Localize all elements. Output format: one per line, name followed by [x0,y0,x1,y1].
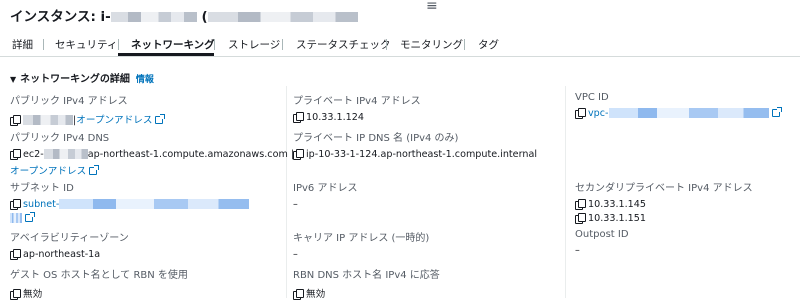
field-label: サブネット ID [10,183,74,194]
field-subnet-id: サブネット ID subnet- [10,179,250,224]
field-value: |オープンアドレス [10,112,166,126]
field-label: ゲスト OS ホスト名として RBN を使用 [10,270,188,281]
field-label: キャリア IP アドレス (一時的) [293,233,430,244]
instance-header: インスタンス: i- ( ≡ [0,0,800,30]
open-address-link[interactable]: オープンアドレス [10,166,86,177]
field-availability-zone: アベイラビリティーゾーン ap-northeast-1a [10,229,129,260]
field-value: 10.33.1.151 [575,213,753,224]
secondary-ip-value: 10.33.1.145 [588,199,646,210]
tab-divider [118,39,119,50]
private-ipv4-value: 10.33.1.124 [306,112,364,123]
vpc-id-link[interactable]: vpc- [588,108,609,119]
field-label: RBN DNS ホスト名 IPv4 に応答 [293,270,440,281]
rbn-dns-value: 無効 [306,289,326,300]
external-link-icon[interactable] [89,165,100,175]
secondary-ip-value: 10.33.1.151 [588,213,646,224]
menu-icon[interactable]: ≡ [426,0,438,14]
tab-details[interactable]: 詳細 [12,37,33,52]
carrier-ip-value: – [293,249,298,260]
field-value: 10.33.1.124 [293,112,421,123]
subnet-id-link[interactable]: subnet- [23,199,59,210]
field-carrier-ip: キャリア IP アドレス (一時的) – [293,229,429,260]
tab-monitoring[interactable]: モニタリング [400,37,463,52]
tab-storage[interactable]: ストレージ [228,37,280,52]
external-link-icon[interactable] [771,107,782,117]
field-value-line2 [10,212,249,224]
redacted-subnet-id [10,213,22,223]
copy-icon[interactable] [293,112,304,123]
redacted-instance-name [207,12,358,22]
tab-divider [464,39,465,50]
field-label: プライベート IPv4 アドレス [293,96,421,107]
field-label: プライベート IP DNS 名 (IPv4 のみ) [293,133,459,144]
field-value: vpc- [575,107,782,119]
tab-networking[interactable]: ネットワーキング [131,37,215,52]
field-label: セカンダリプライベート IPv4 アドレス [575,183,753,194]
field-outpost-id: Outpost ID – [575,229,629,256]
field-value: ap-northeast-1a [10,249,129,260]
field-label: アベイラビリティーゾーン [10,233,129,244]
active-tab-indicator [118,53,214,56]
copy-icon[interactable] [10,199,21,210]
field-vpc-id: VPC ID vpc- [575,92,782,119]
guest-os-rbn-value: 無効 [23,289,43,300]
field-value: ec2- ap-northeast-1.compute.amazonaws.com… [10,149,294,160]
copy-icon[interactable] [575,199,586,210]
tab-divider [282,39,283,50]
field-secondary-private-ipv4: セカンダリプライベート IPv4 アドレス 10.33.1.145 10.33.… [575,179,753,224]
redacted-ip [23,115,73,125]
tab-status-checks[interactable]: ステータスチェック [296,37,391,52]
copy-icon[interactable] [575,108,586,119]
field-ipv6: IPv6 アドレス – [293,179,357,210]
copy-icon[interactable] [575,213,586,224]
field-value: 10.33.1.145 [575,199,753,210]
copy-icon[interactable] [10,249,21,260]
outpost-id-value: – [575,245,580,256]
tab-tags[interactable]: タグ [478,37,499,52]
copy-icon[interactable] [10,149,21,160]
instance-title-prefix: インスタンス: i- [10,9,111,25]
copy-icon[interactable] [10,115,21,126]
field-label: パブリック IPv4 アドレス [10,96,128,107]
field-value: ip-10-33-1-124.ap-northeast-1.compute.in… [293,149,537,160]
tab-security[interactable]: セキュリティ [55,37,117,52]
field-label: パブリック IPv4 DNS [10,133,110,144]
tab-divider [386,39,387,50]
info-link[interactable]: 情報 [136,75,154,85]
az-value: ap-northeast-1a [23,249,101,260]
column-divider [286,86,287,298]
redacted-vpc-id [608,108,769,118]
field-label: IPv6 アドレス [293,183,358,194]
ipv6-value: – [293,199,298,210]
section-header[interactable]: ▼ ネットワーキングの詳細 情報 [10,70,154,85]
external-link-icon[interactable] [155,114,166,124]
field-value: subnet- [10,199,250,210]
redacted-subnet-id [59,199,250,209]
section-title: ネットワーキングの詳細 [20,74,130,85]
copy-icon[interactable] [293,149,304,160]
tab-divider [214,39,215,50]
redacted-instance-id [110,12,197,22]
open-address-link[interactable]: オープンアドレス [76,115,152,126]
field-private-ipv4: プライベート IPv4 アドレス 10.33.1.124 [293,92,421,123]
field-public-dns: パブリック IPv4 DNS ec2- ap-northeast-1.comput… [10,129,294,177]
field-label: Outpost ID [575,229,629,240]
field-private-dns: プライベート IP DNS 名 (IPv4 のみ) ip-10-33-1-124… [293,129,537,160]
field-value-line2: オープンアドレス [10,163,294,177]
private-dns-value: ip-10-33-1-124.ap-northeast-1.compute.in… [306,149,537,160]
redacted-dns [43,149,88,159]
column-divider [565,86,566,298]
field-guest-os-rbn: ゲスト OS ホスト名として RBN を使用 無効 [10,266,188,300]
field-label: VPC ID [575,92,609,103]
field-public-ipv4: パブリック IPv4 アドレス |オープンアドレス [10,92,166,126]
tab-divider [43,39,44,50]
instance-title: インスタンス: i- ( [10,5,358,25]
field-rbn-dns: RBN DNS ホスト名 IPv4 に応答 無効 [293,266,440,300]
external-link-icon[interactable] [25,212,35,222]
caret-down-icon: ▼ [10,75,17,84]
